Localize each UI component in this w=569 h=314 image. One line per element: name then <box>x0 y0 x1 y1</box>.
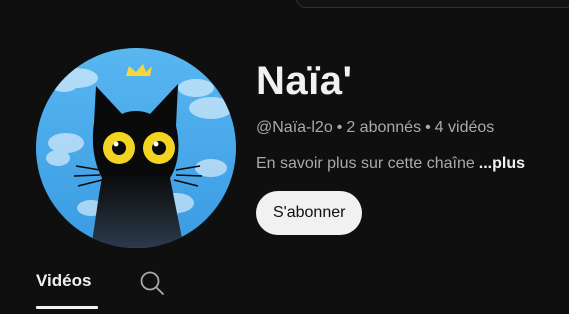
channel-about-link[interactable]: En savoir plus sur cette chaîne ...plus <box>256 154 525 174</box>
active-tab-indicator <box>36 306 98 309</box>
subscribe-button[interactable]: S'abonner <box>256 191 363 235</box>
channel-page: Naïa' @Naïa-l2o • 2 abonnés • 4 vidéos En sa… <box>0 0 569 314</box>
channel-title: Naïa' <box>256 59 353 103</box>
channel-handle: @Naïa-l2o <box>256 119 333 136</box>
about-text: En savoir plus sur cette chaîne <box>256 155 475 172</box>
meta-separator: • <box>425 119 431 136</box>
about-more-link[interactable]: ...plus <box>479 155 525 172</box>
top-search-bar-edge <box>296 0 569 8</box>
tab-videos[interactable]: Vidéos <box>36 271 91 291</box>
meta-separator: • <box>336 119 343 136</box>
black-cat-with-crown-avatar-icon <box>36 48 236 248</box>
search-icon[interactable] <box>138 269 166 297</box>
channel-meta: @Naïa-l2o • 2 abonnés • 4 vidéos <box>256 118 494 138</box>
video-count: 4 vidéos <box>434 119 495 136</box>
channel-avatar[interactable] <box>36 48 236 248</box>
channel-tabs: Vidéos <box>0 255 569 314</box>
subscriber-count: 2 abonnés <box>346 119 422 136</box>
